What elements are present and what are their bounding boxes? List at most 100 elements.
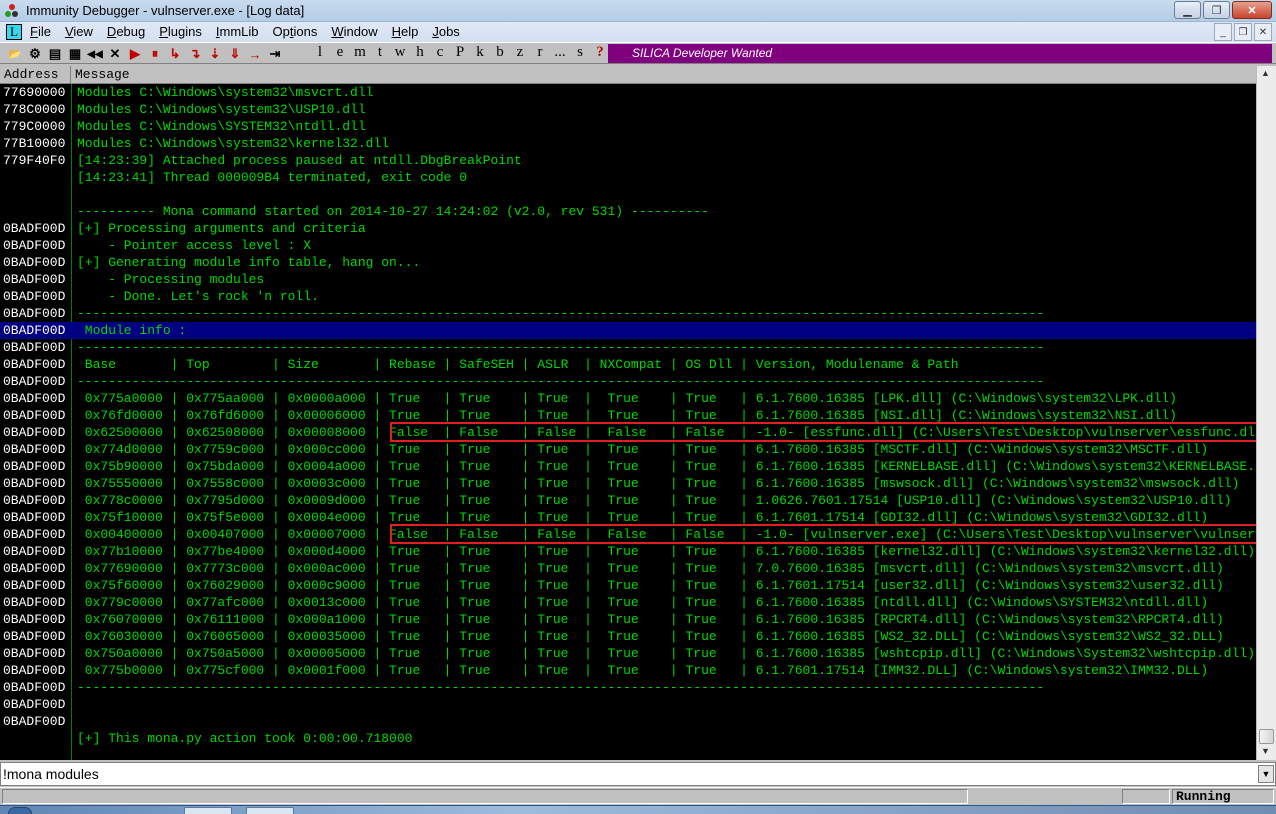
log-window-icon[interactable]: L (6, 24, 22, 40)
command-bar: ▼ (0, 762, 1276, 786)
command-history-dropdown-icon[interactable]: ▼ (1258, 765, 1274, 783)
start-button[interactable] (8, 807, 32, 814)
menu-immlib[interactable]: ImmLib (216, 24, 259, 39)
scroll-down-arrow-icon[interactable]: ▼ (1261, 746, 1270, 756)
log-address: 0BADF00D (3, 323, 66, 338)
taskbar-app-immunity[interactable] (184, 807, 232, 814)
immunity-app-icon (5, 4, 18, 17)
window-title: Immunity Debugger - vulnserver.exe - [Lo… (26, 3, 305, 18)
log-row[interactable]: 0BADF00D 0x779c0000 | 0x77afc000 | 0x001… (0, 594, 1256, 611)
log-vertical-scrollbar[interactable]: ▲ ▼ (1256, 66, 1276, 760)
attach-icon[interactable]: ⚙ (26, 45, 44, 63)
menu-debug[interactable]: Debug (107, 24, 145, 39)
execute-till-return-icon[interactable]: → (246, 45, 264, 63)
log-row[interactable]: ---------- Mona command started on 2014-… (0, 203, 1256, 220)
log-row[interactable]: 0BADF00D [+] Processing arguments and cri… (0, 220, 1256, 237)
menu-options[interactable]: Options (273, 24, 318, 39)
log-row[interactable]: 0BADF00D 0x77b10000 | 0x77be4000 | 0x000… (0, 543, 1256, 560)
go-to-icon[interactable]: ⇥ (266, 45, 284, 63)
log-row-selected[interactable]: 0BADF00D Module info : (0, 322, 1256, 339)
menu-file[interactable]: File (30, 24, 51, 39)
toolbar-window-z-button[interactable]: z (510, 44, 530, 61)
step-over-icon[interactable]: ↴ (186, 45, 204, 63)
toolbar-window-h-button[interactable]: h (410, 44, 430, 61)
trace-into-icon[interactable]: ⇣ (206, 45, 224, 63)
toolbar-window-k-button[interactable]: k (470, 44, 490, 61)
log-row[interactable]: 0BADF00D 0x75f60000 | 0x76029000 | 0x000… (0, 577, 1256, 594)
log-row[interactable]: 0BADF00D 0x750a0000 | 0x750a5000 | 0x000… (0, 645, 1256, 662)
mdi-restore-button[interactable]: ❐ (1234, 23, 1252, 41)
log-row[interactable]: 77B10000 Modules C:\Windows\system32\kern… (0, 135, 1256, 152)
log-row[interactable]: 0BADF00D - Pointer access level : X (0, 237, 1256, 254)
scroll-thumb[interactable] (1259, 729, 1274, 744)
window-icon[interactable]: ▤ (46, 45, 64, 63)
log-row[interactable]: [14:23:41] Thread 000009B4 terminated, e… (0, 169, 1256, 186)
log-row[interactable]: 0BADF00D - Done. Let's rock 'n roll. (0, 288, 1256, 305)
log-row[interactable]: 0BADF00D - Processing modules (0, 271, 1256, 288)
log-row[interactable]: 0BADF00D --------------------------------… (0, 339, 1256, 356)
toolbar-window-l-button[interactable]: l (310, 44, 330, 61)
log-row[interactable]: 0BADF00D 0x75b90000 | 0x75bda000 | 0x000… (0, 458, 1256, 475)
log-message: ---------- Mona command started on 2014-… (77, 204, 709, 219)
toolbar-window-t-button[interactable]: t (370, 44, 390, 61)
toolbar-window-r-button[interactable]: r (530, 44, 550, 61)
silica-banner[interactable]: SILICA Developer Wanted (608, 44, 1272, 63)
log-row[interactable]: 0BADF00D (0, 696, 1256, 713)
log-row[interactable]: 0BADF00D 0x76030000 | 0x76065000 | 0x000… (0, 628, 1256, 645)
log-row[interactable]: 0BADF00D 0x77690000 | 0x7773c000 | 0x000… (0, 560, 1256, 577)
column-header-message[interactable]: Message (75, 67, 130, 82)
step-into-icon[interactable]: ↳ (166, 45, 184, 63)
log-row[interactable]: 0BADF00D 0x75550000 | 0x7558c000 | 0x000… (0, 475, 1256, 492)
toolbar-window-c-button[interactable]: c (430, 44, 450, 61)
grid-icon[interactable]: ▦ (66, 45, 84, 63)
toolbar-window-m-button[interactable]: m (350, 44, 370, 61)
toolbar-window-w-button[interactable]: w (390, 44, 410, 61)
log-row[interactable]: 0BADF00D Base | Top | Size | Rebase | Sa… (0, 356, 1256, 373)
log-row[interactable]: 0BADF00D 0x774d0000 | 0x7759c000 | 0x000… (0, 441, 1256, 458)
log-pane[interactable]: 77690000 Modules C:\Windows\system32\msvc… (0, 84, 1256, 760)
log-row[interactable] (0, 186, 1256, 203)
menu-help[interactable]: Help (392, 24, 419, 39)
log-row[interactable]: 0BADF00D (0, 713, 1256, 730)
mdi-minimize-button[interactable]: _ (1214, 23, 1232, 41)
restart-icon[interactable]: ◀◀ (86, 45, 104, 63)
menu-plugins[interactable]: Plugins (159, 24, 202, 39)
menu-jobs[interactable]: Jobs (432, 24, 459, 39)
restore-button[interactable]: ❐ (1203, 1, 1230, 19)
log-row[interactable]: 778C0000 Modules C:\Windows\system32\USP1… (0, 101, 1256, 118)
menu-view[interactable]: View (65, 24, 93, 39)
trace-over-icon[interactable]: ⇓ (226, 45, 244, 63)
column-divider[interactable] (70, 66, 71, 84)
toolbar-window-b-button[interactable]: b (490, 44, 510, 61)
log-row[interactable]: 0BADF00D 0x775b0000 | 0x775cf000 | 0x000… (0, 662, 1256, 679)
log-row[interactable]: 779F40F0 [14:23:39] Attached process paus… (0, 152, 1256, 169)
log-row[interactable]: 779C0000 Modules C:\Windows\SYSTEM32\ntdl… (0, 118, 1256, 135)
open-icon[interactable]: 📂 (6, 45, 24, 63)
close-process-icon[interactable]: ✕ (106, 45, 124, 63)
help-icon[interactable]: ? (590, 44, 610, 61)
toolbar-window-s-button[interactable]: s (570, 44, 590, 61)
log-row[interactable]: [+] This mona.py action took 0:00:00.718… (0, 730, 1256, 747)
scroll-up-arrow-icon[interactable]: ▲ (1261, 68, 1270, 78)
toolbar-window-e-button[interactable]: e (330, 44, 350, 61)
toolbar-more-button[interactable]: ... (550, 44, 570, 61)
log-row[interactable]: 0BADF00D --------------------------------… (0, 305, 1256, 322)
toolbar-window-P-button[interactable]: P (450, 44, 470, 61)
log-row[interactable]: 0BADF00D --------------------------------… (0, 373, 1256, 390)
taskbar-app-console[interactable] (246, 807, 294, 814)
log-row[interactable]: 0BADF00D --------------------------------… (0, 679, 1256, 696)
command-input[interactable] (3, 765, 1253, 783)
log-row[interactable]: 0BADF00D 0x775a0000 | 0x775aa000 | 0x000… (0, 390, 1256, 407)
log-address: 0BADF00D (3, 544, 66, 559)
pause-icon[interactable]: ⏸ (146, 45, 164, 63)
log-row[interactable]: 77690000 Modules C:\Windows\system32\msvc… (0, 84, 1256, 101)
mdi-close-button[interactable]: ✕ (1254, 23, 1272, 41)
log-row[interactable]: 0BADF00D 0x76070000 | 0x76111000 | 0x000… (0, 611, 1256, 628)
minimize-button[interactable]: ▁ (1174, 1, 1201, 19)
close-button[interactable]: ✕ (1232, 1, 1272, 19)
menu-window[interactable]: Window (331, 24, 377, 39)
column-header-address[interactable]: Address (4, 67, 59, 82)
run-icon[interactable]: ▶ (126, 45, 144, 63)
log-row[interactable]: 0BADF00D 0x778c0000 | 0x7795d000 | 0x000… (0, 492, 1256, 509)
log-row[interactable]: 0BADF00D [+] Generating module info table… (0, 254, 1256, 271)
